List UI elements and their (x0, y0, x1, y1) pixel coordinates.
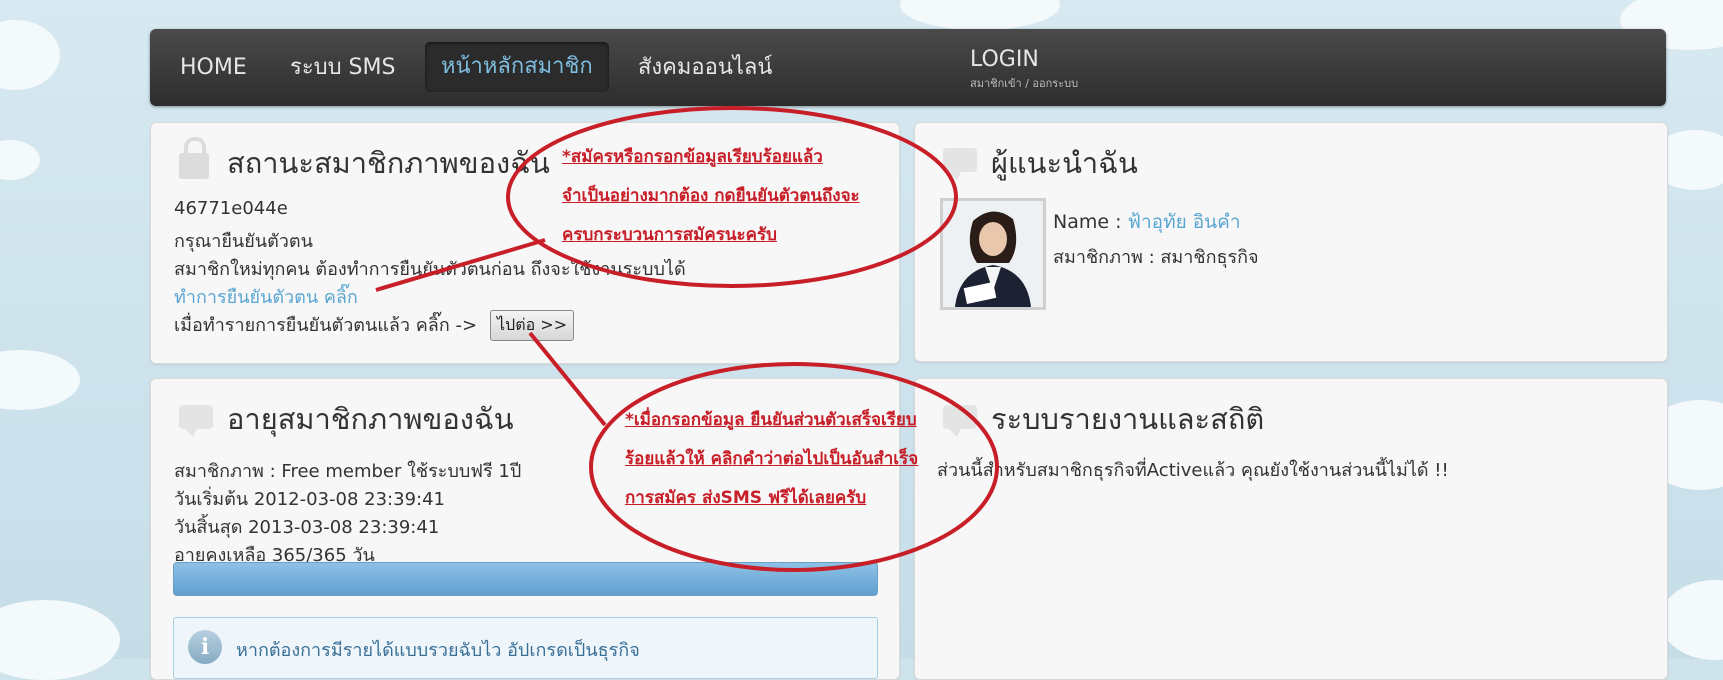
referrer-name: Name : ฟ้าอุทัย อินคำ (1053, 207, 1241, 237)
panel-title: อายุสมาชิกภาพของฉัน (227, 402, 514, 436)
nav-login-label: LOGIN (970, 47, 1039, 72)
nav-sms[interactable]: ระบบ SMS (290, 29, 395, 106)
panel-title: ผู้แนะนำฉัน (991, 146, 1138, 180)
start-date: วันเริ่มต้น 2012-03-08 23:39:41 (174, 489, 445, 510)
annotation-line: ร้อยแล้วให้ คลิกคำว่าต่อไปเป็นอันสำเร็จ (625, 449, 919, 469)
upgrade-info-text: หากต้องการมีรายได้แบบรวยฉับไว อัปเกรดเป็… (236, 640, 640, 661)
nav-login-sublabel: สมาชิกเข้า / ออกระบบ (970, 77, 1079, 90)
lock-icon (179, 137, 209, 179)
panel-title: สถานะสมาชิกภาพของฉัน (227, 146, 550, 180)
verify-link[interactable]: ทำการยืนยันตัวตน คลิ๊ก (174, 282, 358, 311)
annotation-line: จำเป็นอย่างมากต้อง กดยืนยันตัวตนถึงจะ (562, 186, 860, 206)
referrer-name-label: Name : (1053, 211, 1122, 233)
nav-login[interactable]: LOGIN สมาชิกเข้า / ออกระบบ (970, 47, 1078, 92)
speech-bubble-icon (179, 405, 213, 437)
verify-notice: สมาชิกใหม่ทุกคน ต้องทำการยืนยันตัวตนก่อน… (174, 259, 686, 280)
after-verify-text: เมื่อทำรายการยืนยันตัวตนแล้ว คลิ๊ก -> (174, 315, 478, 336)
cloud-decoration (0, 20, 60, 90)
annotation-line: ครบกระบวนการสมัครนะครับ (562, 225, 777, 245)
membership-progress-bar (173, 562, 878, 596)
referrer-name-link[interactable]: ฟ้าอุทัย อินคำ (1128, 211, 1241, 233)
nav-social[interactable]: สังคมออนไลน์ (638, 29, 772, 106)
cloud-decoration (1660, 580, 1723, 660)
annotation-line: *เมื่อกรอกข้อมูล ยืนยันส่วนตัวเสร็จเรียบ (625, 410, 917, 430)
annotation-text-top: *สมัครหรือกรอกข้อมูลเรียบร้อยแล้ว จำเป็น… (562, 138, 860, 255)
annotation-line: *สมัครหรือกรอกข้อมูลเรียบร้อยแล้ว (562, 147, 823, 167)
panel-title: ระบบรายงานและสถิติ (991, 402, 1265, 436)
speech-bubble-icon (943, 148, 977, 180)
member-code: 46771e044e (174, 198, 288, 219)
annotation-line: การสมัคร ส่งSMS ฟรีได้เลยครับ (625, 488, 867, 508)
speech-bubble-icon (943, 405, 977, 437)
report-stats-panel: ระบบรายงานและสถิติ ส่วนนี้สำหรับสมาชิกธุ… (914, 378, 1668, 680)
nav-home[interactable]: HOME (180, 29, 247, 106)
verify-prompt: กรุณายืนยันตัวตน (174, 231, 313, 252)
top-navbar: HOME ระบบ SMS หน้าหลักสมาชิก สังคมออนไลน… (150, 29, 1666, 106)
referrer-membership: สมาชิกภาพ : สมาชิกธุรกิจ (1053, 247, 1259, 268)
end-date: วันสิ้นสุด 2013-03-08 23:39:41 (174, 517, 440, 538)
membership-type: สมาชิกภาพ : Free member ใช้ระบบฟรี 1ปี (174, 461, 522, 482)
upgrade-info-box: i หากต้องการมีรายได้แบบรวยฉับไว อัปเกรดเ… (173, 617, 878, 679)
annotation-text-bottom: *เมื่อกรอกข้อมูล ยืนยันส่วนตัวเสร็จเรียบ… (625, 401, 918, 518)
cloud-decoration (900, 0, 1060, 30)
report-locked-notice: ส่วนนี้สำหรับสมาชิกธุรกิจที่Activeแล้ว ค… (937, 460, 1449, 481)
cloud-decoration (0, 350, 80, 410)
next-button[interactable]: ไปต่อ >> (490, 310, 575, 341)
cloud-decoration (0, 140, 40, 180)
nav-member-home[interactable]: หน้าหลักสมาชิก (425, 42, 609, 92)
cloud-decoration (0, 600, 120, 680)
referrer-avatar (940, 198, 1046, 310)
